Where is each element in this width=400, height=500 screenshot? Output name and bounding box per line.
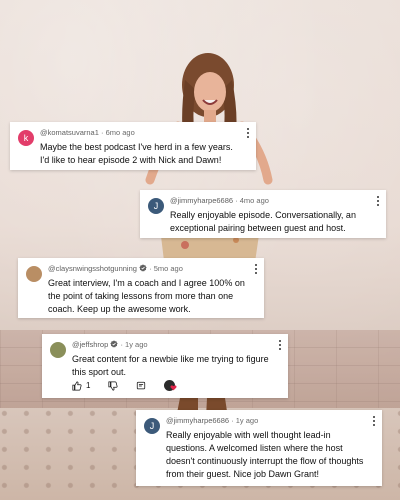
creator-heart-icon (170, 385, 177, 391)
more-vertical-icon[interactable] (372, 416, 376, 428)
comment-meta: @komatsuvarna1 · 6mo ago (40, 128, 135, 137)
comment-author[interactable]: @jimmyharpe6686 (166, 416, 229, 425)
like-count: 1 (86, 381, 91, 390)
like-button[interactable]: 1 (72, 380, 91, 391)
separator: · (149, 264, 152, 273)
dislike-button[interactable] (108, 380, 118, 391)
comment-card: J @jimmyharpe6686 · 1y ago Really enjoya… (136, 410, 382, 486)
comment-text: Great interview, I'm a coach and I agree… (48, 278, 245, 314)
avatar[interactable]: k (18, 130, 34, 146)
reply-button[interactable] (136, 381, 146, 391)
avatar[interactable]: J (148, 198, 164, 214)
comment-text: Really enjoyable episode. Conversational… (170, 210, 356, 233)
comment-card: k @komatsuvarna1 · 6mo ago Maybe the bes… (10, 122, 256, 170)
separator: · (231, 416, 234, 425)
creator-heart[interactable] (164, 380, 177, 391)
separator: · (100, 128, 104, 137)
thumbs-down-icon (108, 380, 118, 391)
avatar[interactable] (26, 266, 42, 282)
comment-text: Great content for a newbie like me tryin… (72, 354, 269, 377)
comment-timestamp: 1y ago (235, 416, 259, 425)
verified-icon (139, 264, 147, 272)
reply-icon (137, 381, 146, 389)
comment-text: Really enjoyable with well thought lead-… (166, 430, 364, 479)
comment-timestamp: 4mo ago (239, 196, 269, 205)
comment-actions: 1 (72, 380, 193, 391)
more-vertical-icon[interactable] (376, 196, 380, 208)
comment-author[interactable]: @jimmyharpe6686 (170, 196, 233, 205)
comment-meta: @jeffshrop · 1y ago (72, 340, 148, 349)
more-vertical-icon[interactable] (246, 128, 250, 140)
avatar[interactable] (50, 342, 66, 358)
background-photo: k @komatsuvarna1 · 6mo ago Maybe the bes… (0, 0, 400, 500)
avatar[interactable]: J (144, 418, 160, 434)
comment-card: @claysnwingsshotgunning · 5mo ago Great … (18, 258, 264, 318)
verified-icon (110, 340, 119, 348)
comment-card: @jeffshrop · 1y ago Great content for a … (42, 334, 288, 398)
separator: · (120, 340, 123, 349)
more-vertical-icon[interactable] (278, 340, 282, 352)
more-vertical-icon[interactable] (254, 264, 258, 276)
comment-text: Maybe the best podcast I've herd in a fe… (40, 142, 233, 165)
comment-meta: @claysnwingsshotgunning · 5mo ago (48, 264, 183, 273)
thumbs-up-icon (72, 380, 82, 391)
comment-timestamp: 5mo ago (153, 264, 183, 273)
comment-author[interactable]: @claysnwingsshotgunning (48, 264, 137, 273)
comment-card: J @jimmyharpe6686 · 4mo ago Really enjoy… (140, 190, 386, 238)
separator: · (235, 196, 238, 205)
comment-timestamp: 1y ago (125, 340, 148, 349)
comment-meta: @jimmyharpe6686 · 4mo ago (170, 196, 269, 205)
comment-timestamp: 6mo ago (105, 128, 135, 137)
comment-meta: @jimmyharpe6686 · 1y ago (166, 416, 258, 425)
comment-author[interactable]: @komatsuvarna1 (40, 128, 99, 137)
comment-author[interactable]: @jeffshrop (72, 340, 108, 349)
